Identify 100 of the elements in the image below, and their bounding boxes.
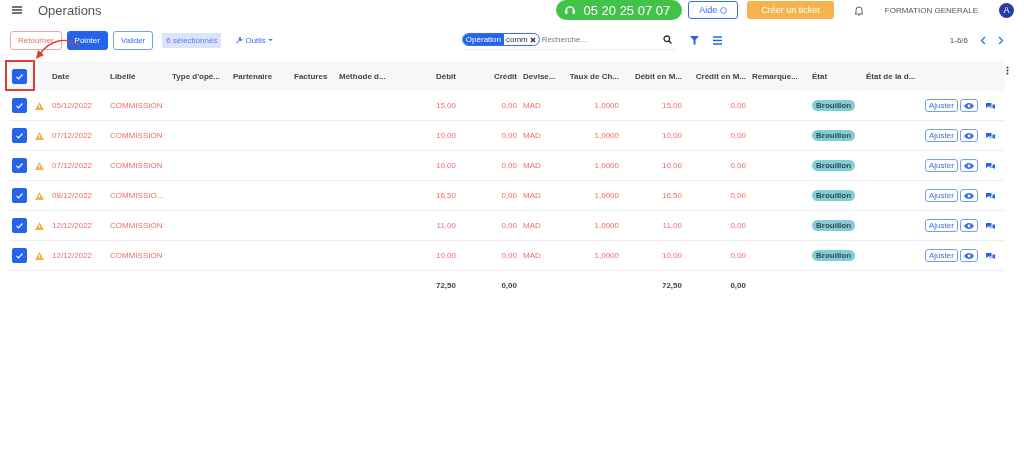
column-header[interactable]: Remarque... — [752, 71, 812, 81]
total-cell-text: 0,00 — [500, 281, 518, 290]
chat-icon[interactable] — [985, 221, 995, 230]
column-header[interactable]: Méthode d... — [339, 71, 400, 81]
chat-icon[interactable] — [985, 101, 995, 110]
table-cell-text: 12/12/2022 — [52, 221, 94, 230]
status-badge: Brouillon — [812, 130, 856, 141]
action-button[interactable]: Valider — [112, 30, 154, 50]
selection-count: 6 sélectionnés — [162, 32, 222, 48]
help-button[interactable]: Aide — [688, 1, 739, 19]
caret-icon — [267, 38, 273, 42]
column-header[interactable]: Partenaire — [233, 71, 294, 81]
row-checkbox[interactable] — [12, 158, 27, 173]
chat-icon[interactable] — [985, 191, 995, 200]
check-icon — [15, 101, 24, 110]
table-cell-text: 16,50 — [660, 191, 683, 200]
column-header[interactable]: Crédit en M... — [688, 71, 752, 81]
column-header[interactable]: Devise... — [523, 71, 562, 81]
table-cell-text: 0,00 — [729, 191, 747, 200]
select-all-checkbox[interactable] — [12, 68, 27, 84]
chat-icon[interactable] — [985, 161, 995, 170]
view-button[interactable] — [959, 99, 978, 112]
column-header[interactable]: Débit en M... — [625, 71, 688, 81]
adjust-button[interactable]: Ajuster — [925, 189, 958, 202]
chevron-left-icon[interactable] — [980, 35, 986, 45]
table-cell-text: 10,00 — [434, 251, 457, 260]
row-checkbox[interactable] — [12, 128, 27, 143]
close-icon[interactable] — [529, 36, 536, 43]
status-badge: Brouillon — [812, 220, 856, 231]
status-badge: Brouillon — [812, 160, 856, 171]
table-cell-text: MAD — [523, 161, 542, 170]
row-checkbox[interactable] — [12, 248, 27, 263]
adjust-button[interactable]: Ajuster — [925, 249, 958, 262]
status-badge: Brouillon — [812, 250, 856, 261]
table-cell-text: MAD — [523, 251, 542, 260]
column-header[interactable]: Type d'opé... — [172, 71, 233, 81]
search-field[interactable]: Opération comm Recherche... — [461, 30, 676, 50]
menu-icon[interactable] — [12, 6, 22, 14]
chevron-right-icon[interactable] — [998, 35, 1004, 45]
adjust-button[interactable]: Ajuster — [925, 129, 958, 142]
row-checkbox[interactable] — [12, 218, 27, 233]
column-header[interactable]: État de la d... — [866, 71, 925, 81]
view-button[interactable] — [959, 159, 978, 172]
column-header[interactable]: Libellé — [110, 71, 172, 81]
view-button[interactable] — [959, 249, 978, 262]
view-button[interactable] — [959, 219, 978, 232]
column-header[interactable]: Date — [52, 71, 110, 81]
table-cell-text: 0,00 — [500, 161, 518, 170]
check-icon — [15, 251, 24, 260]
table-cell-text: COMMISSION — [110, 131, 164, 140]
column-header[interactable]: Crédit — [462, 71, 523, 81]
table-cell-text: 1,0000 — [593, 131, 620, 140]
table-cell-text: 10,00 — [660, 161, 683, 170]
eye-icon — [963, 102, 974, 109]
table-cell-text: 0,00 — [500, 221, 518, 230]
chat-icon[interactable] — [985, 131, 995, 140]
chat-icon[interactable] — [985, 251, 995, 260]
more-icon[interactable] — [1006, 66, 1009, 75]
table-cell-text: 0,00 — [500, 191, 518, 200]
view-button[interactable] — [959, 189, 978, 202]
table-cell-text: 0,00 — [729, 251, 747, 260]
adjust-button[interactable]: Ajuster — [925, 219, 958, 232]
table-cell-text: 1,0000 — [593, 191, 620, 200]
table-cell-text: 1,0000 — [593, 221, 620, 230]
table-cell-text: 1,0000 — [593, 161, 620, 170]
eye-icon — [963, 162, 974, 169]
column-header[interactable]: Débit — [400, 71, 462, 81]
list-icon[interactable] — [712, 35, 722, 45]
table-cell-text: 15,00 — [434, 101, 457, 110]
table-cell-text: 0,00 — [500, 131, 518, 140]
total-cell-text: 0,00 — [729, 281, 747, 290]
table-cell-text: 07/12/2022 — [52, 161, 94, 170]
total-cell-text: 72,50 — [660, 281, 683, 290]
table-cell-text: 15,00 — [660, 101, 683, 110]
adjust-button[interactable]: Ajuster — [925, 99, 958, 112]
row-checkbox[interactable] — [12, 188, 27, 203]
table-cell-text: COMMISSION — [110, 251, 164, 260]
row-checkbox[interactable] — [12, 98, 27, 113]
search-icon[interactable] — [662, 35, 672, 44]
table-cell-text: MAD — [523, 191, 542, 200]
phone-number-banner: 05 20 25 07 07 — [555, 0, 683, 20]
table-cell-text: MAD — [523, 131, 542, 140]
eye-icon — [963, 132, 974, 139]
table-cell-text: 1,0000 — [593, 251, 620, 260]
view-button[interactable] — [959, 129, 978, 142]
column-header[interactable]: Factures — [294, 71, 339, 81]
column-header[interactable]: État — [812, 71, 866, 81]
filter-icon[interactable] — [689, 35, 699, 45]
company-name[interactable]: FORMATION GENERALE — [884, 5, 978, 15]
column-header[interactable]: Taux de Ch... — [562, 71, 625, 81]
adjust-button[interactable]: Ajuster — [925, 159, 958, 172]
table-cell-text: 1,0000 — [593, 101, 620, 110]
table-cell-text: 0,00 — [500, 101, 518, 110]
table-cell-text: 05/12/2022 — [52, 101, 94, 110]
bell-icon[interactable] — [853, 4, 864, 16]
action-button[interactable]: Pointer — [66, 30, 108, 50]
tools-dropdown[interactable]: Outils — [229, 34, 279, 46]
user-avatar[interactable]: A — [999, 2, 1014, 18]
table-cell-text: 16,50 — [434, 191, 457, 200]
wrench-icon — [235, 36, 244, 44]
